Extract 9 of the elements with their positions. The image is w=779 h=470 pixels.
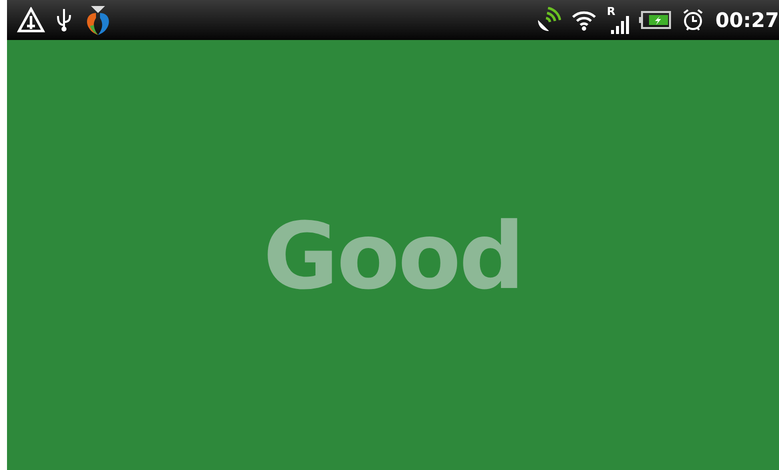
clock-time: 00:27 <box>715 8 779 32</box>
usb-icon <box>55 7 73 33</box>
message-text: Good <box>263 202 523 310</box>
roaming-indicator: R <box>606 6 616 17</box>
wifi-icon <box>570 9 597 31</box>
alarm-clock-icon <box>681 8 706 32</box>
battery-charging-icon <box>639 11 672 29</box>
warning-icon <box>17 7 45 33</box>
signal-icon <box>611 16 630 34</box>
